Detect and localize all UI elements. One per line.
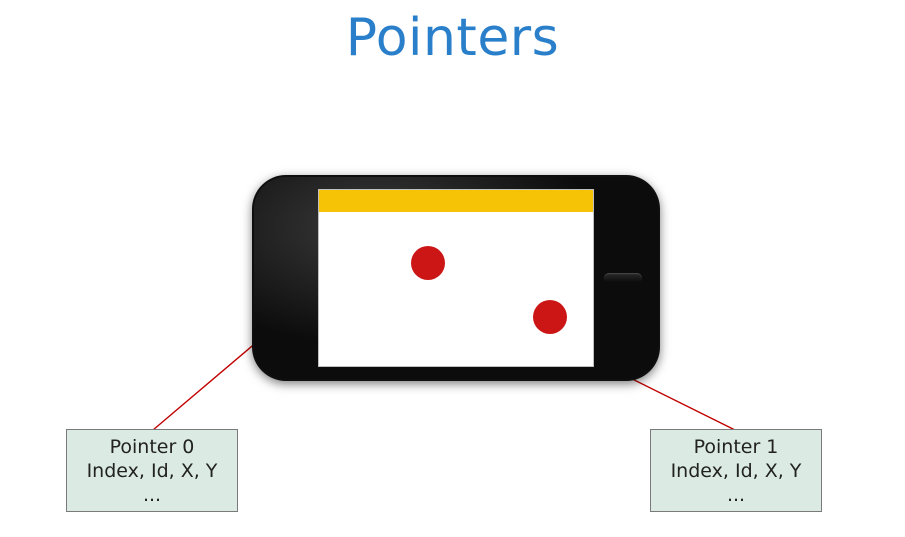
slide-title: Pointers — [0, 8, 905, 68]
pointer-1-fields: Index, Id, X, Y — [665, 460, 807, 484]
pointer-1-name: Pointer 1 — [665, 436, 807, 460]
earpiece-icon — [604, 273, 642, 283]
pointer-0-fields: Index, Id, X, Y — [81, 460, 223, 484]
phone-device — [252, 175, 660, 381]
pointer-1-label-box: Pointer 1 Index, Id, X, Y ... — [650, 429, 822, 512]
pointer-0-more: ... — [81, 484, 223, 508]
pointer-0-label-box: Pointer 0 Index, Id, X, Y ... — [66, 429, 238, 512]
pointer-0-name: Pointer 0 — [81, 436, 223, 460]
touch-point-1-icon — [533, 300, 567, 334]
touch-point-0-icon — [411, 246, 445, 280]
notification-bar — [319, 190, 593, 212]
phone-screen — [318, 189, 594, 367]
pointer-1-more: ... — [665, 484, 807, 508]
